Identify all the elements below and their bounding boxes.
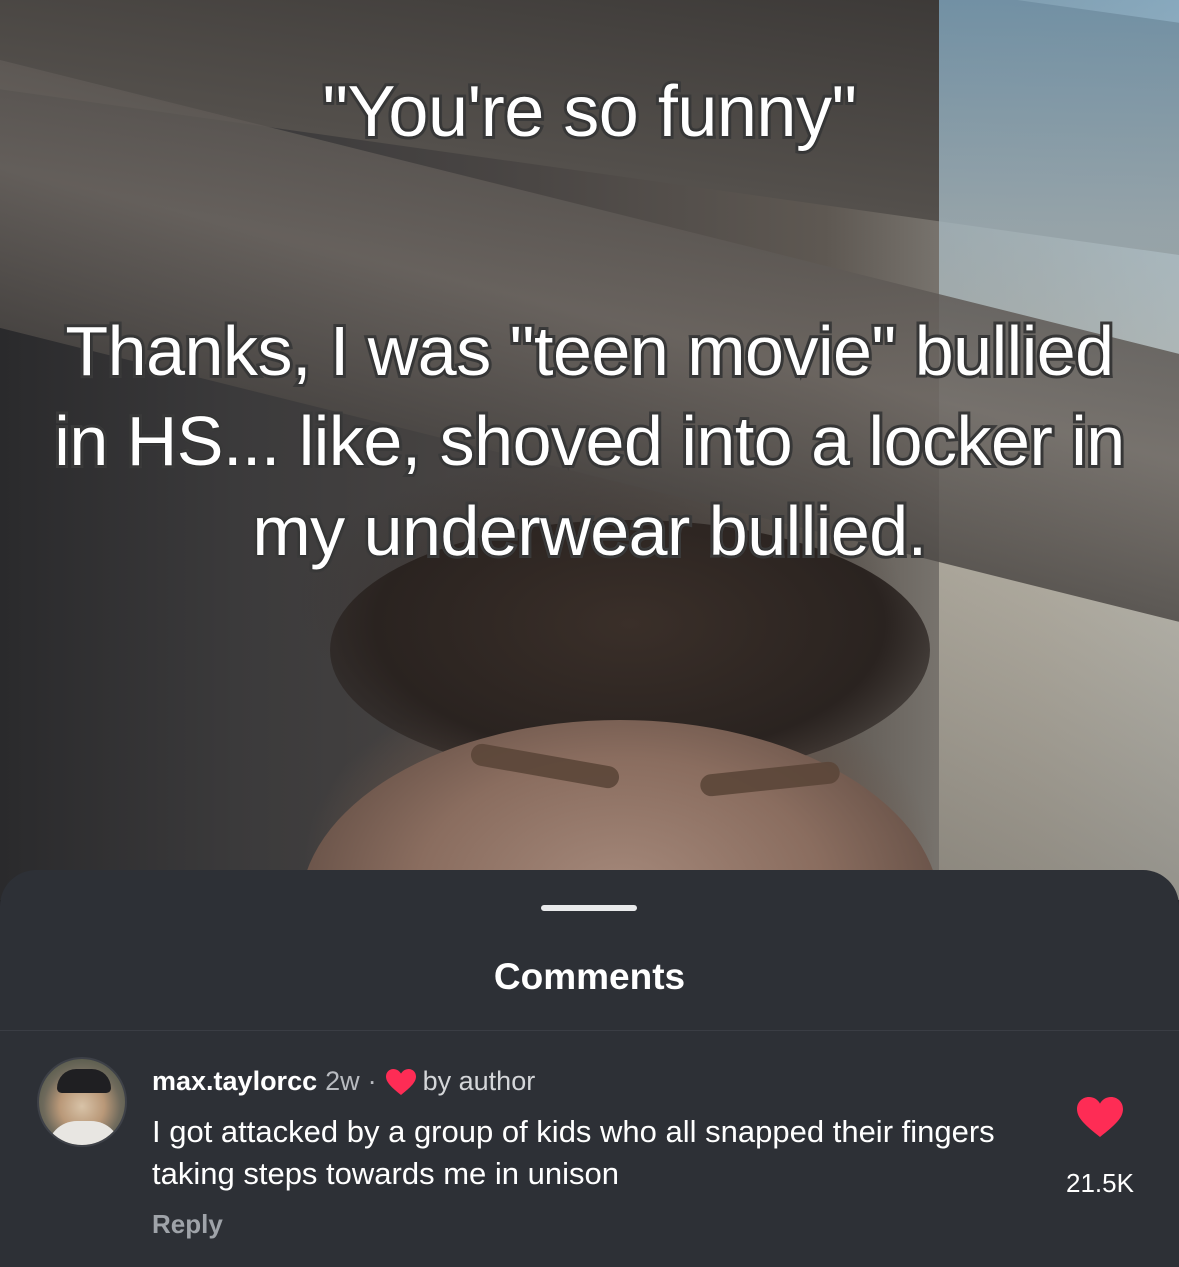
caption-reply-text: Thanks, I was "teen movie" bullied in HS… [51,309,1128,573]
avatar-cap [57,1069,111,1093]
comment-meta: max.taylorcc 2w · by author [152,1066,535,1097]
author-liked-badge: by author [422,1066,536,1096]
like-heart-icon[interactable] [1075,1095,1125,1139]
sheet-drag-handle[interactable] [541,905,637,911]
comment-text: I got attacked by a group of kids who al… [152,1114,995,1191]
comment-username[interactable]: max.taylorcc [152,1066,317,1097]
video-caption-reply: Thanks, I was "teen movie" bullied in HS… [0,306,1179,576]
video-caption-quote: "You're so funny" [319,69,860,155]
comments-sheet: Comments max.taylorcc 2w · by author I g… [0,870,1179,1267]
comments-title: Comments [493,956,686,997]
avatar-shirt [47,1121,121,1145]
meta-separator: · [367,1066,377,1096]
comment-time: 2w [325,1066,360,1096]
header-divider [0,1030,1179,1031]
reply-button[interactable]: Reply [152,1209,223,1240]
video-frame[interactable]: "You're so funny" Thanks, I was "teen mo… [0,0,1179,900]
like-count: 21.5K [1066,1168,1134,1198]
heart-icon [385,1068,416,1095]
avatar[interactable] [37,1057,127,1147]
